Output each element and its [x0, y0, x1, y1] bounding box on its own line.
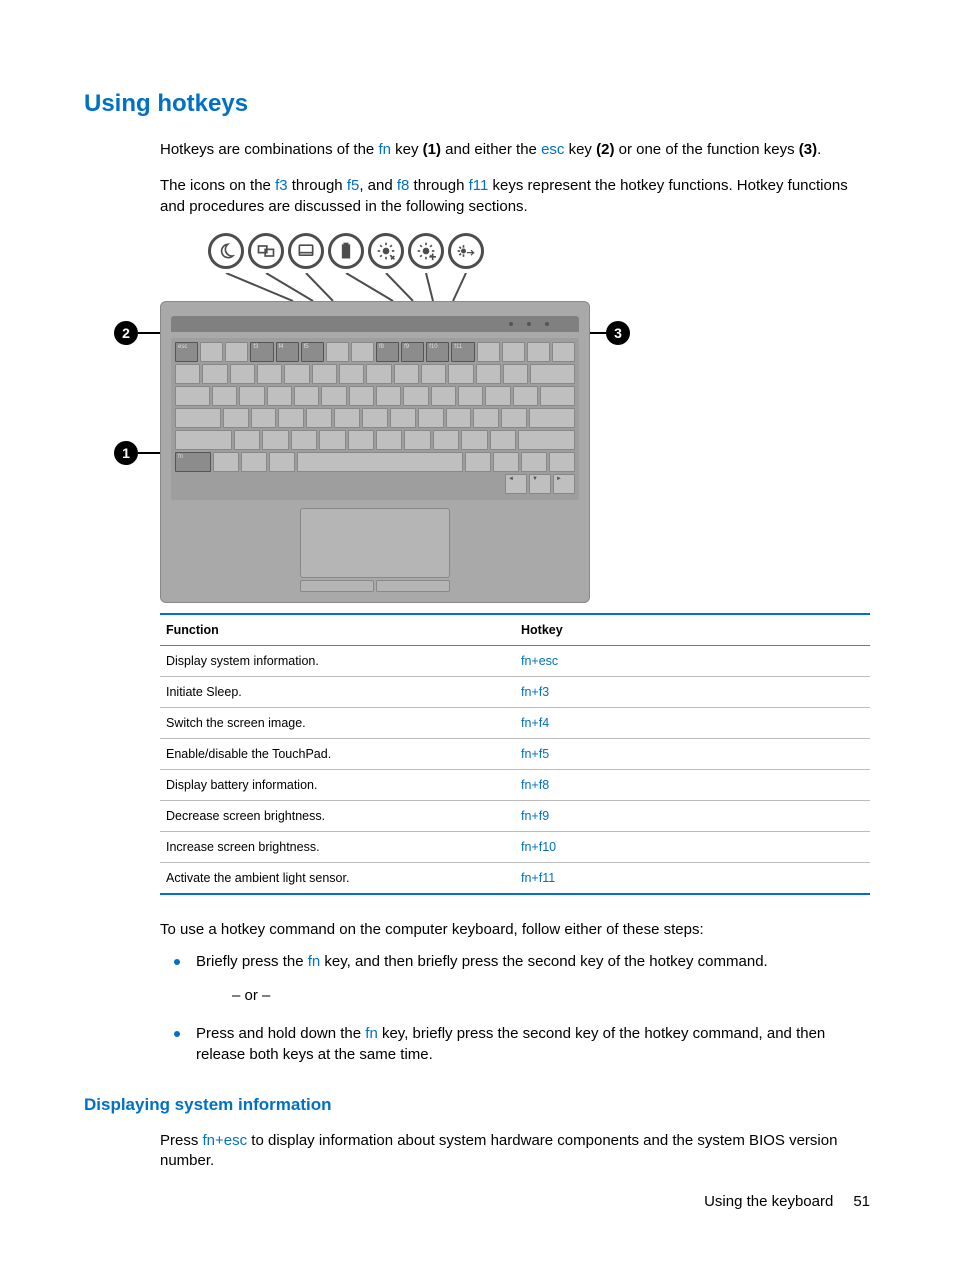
- brightness-up-icon: [408, 233, 444, 269]
- list-item: Press and hold down the fn key, briefly …: [160, 1024, 870, 1065]
- steps-intro: To use a hotkey command on the computer …: [160, 921, 870, 938]
- sleep-icon: [208, 233, 244, 269]
- func-cell: Switch the screen image.: [160, 707, 515, 738]
- table-row: Decrease screen brightness. fn+f9: [160, 800, 870, 831]
- text: Press and hold down the: [196, 1025, 365, 1042]
- text: Hotkeys are combinations of the: [160, 141, 378, 158]
- callout-ref-2: (2): [596, 141, 614, 158]
- screen-switch-icon: [248, 233, 284, 269]
- text: .: [817, 141, 821, 158]
- hotkey-link[interactable]: fn+f8: [521, 778, 549, 792]
- text: key, and then briefly press the second k…: [320, 953, 767, 970]
- text: Briefly press the: [196, 953, 308, 970]
- table-row: Switch the screen image. fn+f4: [160, 707, 870, 738]
- table-row: Initiate Sleep. fn+f3: [160, 676, 870, 707]
- key-f3: f3: [275, 177, 288, 194]
- text: to display information about system hard…: [160, 1132, 837, 1169]
- sub-body: Press fn+esc to display information abou…: [160, 1131, 870, 1172]
- brightness-down-icon: [368, 233, 404, 269]
- text: key: [564, 141, 596, 158]
- steps-list: Briefly press the fn key, and then brief…: [160, 952, 870, 1065]
- text: or one of the function keys: [614, 141, 798, 158]
- keyboard-diagram: i 2 1 3 esc f3f4f5: [160, 233, 590, 603]
- table-row: Display battery information. fn+f8: [160, 769, 870, 800]
- callout-1: 1: [114, 441, 138, 465]
- subheading: Displaying system information: [84, 1095, 870, 1115]
- callout-2: 2: [114, 321, 138, 345]
- key-fn: fn: [365, 1025, 378, 1042]
- page-footer: Using the keyboard 51: [704, 1193, 870, 1210]
- svg-text:i: i: [345, 246, 347, 256]
- hotkey-link[interactable]: fn+f3: [521, 685, 549, 699]
- key-f11: f11: [469, 177, 489, 194]
- hotkey-link[interactable]: fn+f5: [521, 747, 549, 761]
- text: key: [391, 141, 423, 158]
- table-row: Activate the ambient light sensor. fn+f11: [160, 862, 870, 894]
- intro-paragraph-2: The icons on the f3 through f5, and f8 t…: [160, 176, 870, 217]
- touchpad-icon: [288, 233, 324, 269]
- key-esc: esc: [541, 141, 564, 158]
- col-header-function: Function: [160, 614, 515, 646]
- battery-icon: i: [328, 233, 364, 269]
- text: , and: [359, 177, 397, 194]
- page-heading: Using hotkeys: [84, 90, 870, 118]
- text: through: [409, 177, 468, 194]
- hotkey-link[interactable]: fn+f4: [521, 716, 549, 730]
- hotkey-link[interactable]: fn+f11: [521, 871, 555, 885]
- callout-ref-1: (1): [423, 141, 441, 158]
- hotkey-link[interactable]: fn+esc: [521, 654, 558, 668]
- func-cell: Enable/disable the TouchPad.: [160, 738, 515, 769]
- func-cell: Display system information.: [160, 645, 515, 676]
- func-cell: Display battery information.: [160, 769, 515, 800]
- col-header-hotkey: Hotkey: [515, 614, 870, 646]
- callout-3: 3: [606, 321, 630, 345]
- hotkey-link[interactable]: fn+f9: [521, 809, 549, 823]
- list-item: Briefly press the fn key, and then brief…: [160, 952, 870, 1007]
- func-cell: Activate the ambient light sensor.: [160, 862, 515, 894]
- key-fn-esc: fn+esc: [203, 1132, 248, 1149]
- key-f5: f5: [347, 177, 360, 194]
- table-row: Display system information. fn+esc: [160, 645, 870, 676]
- func-cell: Decrease screen brightness.: [160, 800, 515, 831]
- hotkey-link[interactable]: fn+f10: [521, 840, 556, 854]
- or-separator: – or –: [232, 986, 870, 1006]
- table-row: Enable/disable the TouchPad. fn+f5: [160, 738, 870, 769]
- func-cell: Increase screen brightness.: [160, 831, 515, 862]
- table-row: Increase screen brightness. fn+f10: [160, 831, 870, 862]
- key-fn: fn: [308, 953, 321, 970]
- page-number: 51: [853, 1193, 870, 1210]
- func-cell: Initiate Sleep.: [160, 676, 515, 707]
- text: and either the: [441, 141, 541, 158]
- callout-ref-3: (3): [799, 141, 817, 158]
- hotkey-table: Function Hotkey Display system informati…: [160, 613, 870, 895]
- ambient-light-icon: [448, 233, 484, 269]
- text: The icons on the: [160, 177, 275, 194]
- text: through: [288, 177, 347, 194]
- key-fn: fn: [378, 141, 391, 158]
- text: Press: [160, 1132, 203, 1149]
- footer-section: Using the keyboard: [704, 1193, 833, 1210]
- intro-paragraph-1: Hotkeys are combinations of the fn key (…: [160, 140, 870, 160]
- key-f8: f8: [397, 177, 410, 194]
